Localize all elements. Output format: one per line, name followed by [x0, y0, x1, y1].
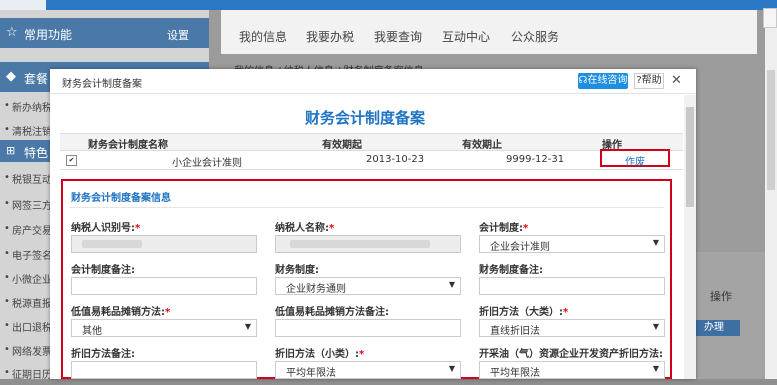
grid-icon: ⊞	[6, 144, 16, 157]
mining-depr-select[interactable]: 平均年限法 ▼	[479, 361, 665, 379]
cell-name: 小企业会计准则	[172, 158, 242, 169]
col-name: 财务会计制度名称	[88, 140, 168, 151]
low-value-note-field[interactable]	[275, 319, 461, 337]
record-modal: 财务会计制度备案 ☊在线咨询 ?帮助 ✕ 财务会计制度备案 财务会计制度名称 有…	[50, 69, 696, 379]
depr-major-label: 折旧方法（大类）:*	[479, 307, 569, 318]
low-value-method-label: 低值易耗品摊销方法:*	[71, 307, 171, 318]
depr-note-label: 折旧方法备注:	[71, 349, 135, 360]
void-highlight: 作废	[600, 149, 670, 168]
help-button[interactable]: ?帮助	[634, 73, 664, 89]
modal-scrollbar-thumb[interactable]	[686, 107, 694, 207]
divider	[69, 207, 664, 208]
finance-note-label: 财务制度备注:	[479, 265, 543, 276]
online-consult-button[interactable]: ☊在线咨询	[578, 73, 628, 89]
taxpayer-name-label: 纳税人名称:*	[275, 223, 335, 234]
accounting-note-field[interactable]	[71, 277, 257, 295]
modal-header: 财务会计制度备案 ☊在线咨询 ?帮助 ✕	[50, 69, 696, 94]
modal-title: 财务会计制度备案	[304, 109, 425, 127]
void-link[interactable]: 作废	[602, 153, 668, 168]
taxpayer-name-field[interactable]	[275, 235, 461, 253]
top-tab[interactable]	[0, 0, 46, 10]
chevron-down-icon: ▼	[652, 238, 659, 247]
accounting-note-label: 会计制度备注:	[71, 265, 135, 276]
depr-minor-select[interactable]: 平均年限法 ▼	[275, 361, 461, 379]
tab-interaction[interactable]: 互动中心	[442, 28, 490, 45]
depr-note-field[interactable]	[71, 361, 257, 379]
accounting-system-select[interactable]: 企业会计准则 ▼	[479, 235, 665, 253]
info-title: 财务会计制度备案信息	[71, 193, 171, 204]
chevron-down-icon: ▼	[244, 322, 251, 331]
table-row: ✔ 小企业会计准则 2013-10-23 9999-12-31	[60, 151, 683, 170]
col-start: 有效期起	[322, 140, 362, 151]
col-end: 有效期止	[462, 140, 502, 151]
top-nav: 我的信息 我要办税 我要查询 互动中心 公众服务	[221, 10, 757, 54]
package-icon: ◆	[6, 69, 16, 84]
low-value-method-select[interactable]: 其他 ▼	[71, 319, 257, 337]
sidebar-common-title: 常用功能	[24, 28, 73, 42]
tab-public-service[interactable]: 公众服务	[511, 28, 559, 45]
modal-header-title: 财务会计制度备案	[62, 79, 142, 90]
star-icon: ☆	[6, 25, 18, 40]
taxpayer-id-field[interactable]	[71, 235, 257, 253]
chevron-down-icon: ▼	[652, 322, 659, 331]
top-bar	[0, 0, 777, 10]
settings-link[interactable]: 设置	[167, 27, 189, 43]
sidebar-common-header[interactable]: ☆ 常用功能 设置	[0, 18, 209, 48]
close-icon[interactable]: ✕	[671, 73, 682, 88]
cell-start: 2013-10-23	[366, 154, 425, 165]
row-checkbox[interactable]: ✔	[66, 155, 77, 166]
chevron-down-icon: ▼	[448, 364, 455, 373]
finance-note-field[interactable]	[479, 277, 665, 295]
tab-my-info[interactable]: 我的信息	[239, 28, 287, 45]
corner-widget[interactable]	[763, 8, 777, 28]
cell-end: 9999-12-31	[506, 154, 565, 165]
depr-minor-label: 折旧方法（小类）:*	[275, 349, 365, 360]
low-value-note-label: 低值易耗品摊销方法备注:	[275, 307, 389, 318]
finance-system-label: 财务制度:	[275, 265, 319, 276]
sidebar-special-title: 特色	[24, 146, 49, 160]
depr-major-select[interactable]: 直线折旧法 ▼	[479, 319, 665, 337]
finance-system-select[interactable]: 企业财务通则 ▼	[275, 277, 461, 295]
mining-depr-label: 开采油（气）资源企业开发资产折旧方法:	[479, 349, 663, 360]
tab-query[interactable]: 我要查询	[374, 28, 422, 45]
tab-tax-handling[interactable]: 我要办税	[306, 28, 354, 45]
page-scrollbar-thumb[interactable]	[767, 70, 775, 190]
table-header: 财务会计制度名称 有效期起 有效期止 操作	[60, 133, 683, 151]
chevron-down-icon: ▼	[448, 280, 455, 289]
info-section: 财务会计制度备案信息 纳税人识别号:* 纳税人名称:* 会计制度:* 企业会计准…	[61, 179, 672, 379]
taxpayer-id-label: 纳税人识别号:*	[71, 223, 141, 234]
chevron-down-icon: ▼	[652, 364, 659, 373]
accounting-system-label: 会计制度:*	[479, 223, 529, 234]
sidebar-package-title: 套餐	[24, 72, 49, 86]
page-scrollbar[interactable]	[765, 10, 777, 379]
